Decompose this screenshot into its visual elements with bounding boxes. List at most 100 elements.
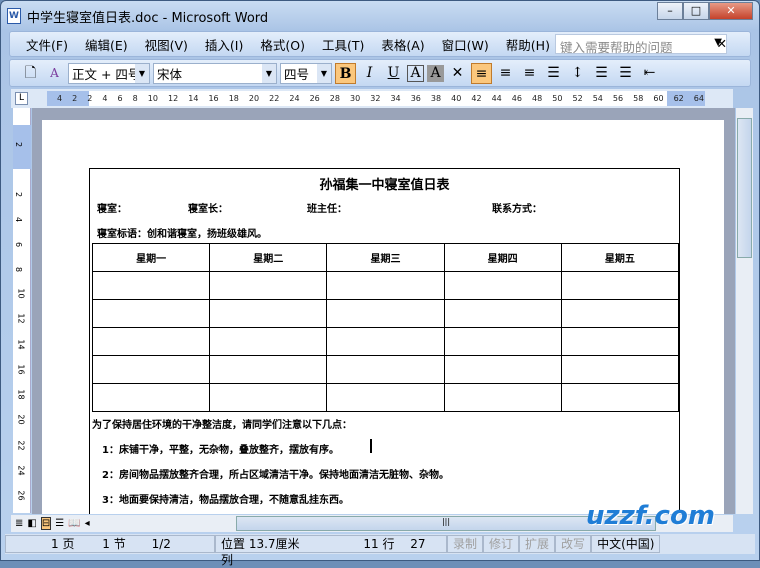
bold-button[interactable]: B [335, 62, 356, 84]
menu-window[interactable]: 窗口(W) [442, 35, 489, 54]
table-header-row: 星期一 星期二 星期三 星期四 星期五 [91, 243, 680, 272]
style-select[interactable]: 正文 + 四号 ▼ [68, 62, 150, 84]
vruler-num: 10 [16, 288, 26, 299]
menu-view[interactable]: 视图(V) [145, 35, 188, 54]
vruler-num: 20 [16, 414, 26, 425]
field-contact: 联系方式： [492, 204, 542, 215]
menu-format[interactable]: 格式(O) [260, 35, 305, 54]
document-area[interactable]: 孙福集一中寝室值日表 寝室： 寝室长： 班主任： 联系方式： 寝室标语：创和谐寝… [32, 108, 735, 514]
line-spacing-icon[interactable]: ↕ [567, 63, 588, 84]
close-document-button[interactable]: ✕ [717, 36, 727, 51]
header-monday: 星期一 [91, 243, 211, 272]
status-track[interactable]: 修订 [483, 535, 520, 553]
table-row[interactable] [91, 327, 680, 356]
vruler-num: 16 [16, 364, 26, 375]
header-tuesday: 星期二 [209, 243, 328, 272]
font-select[interactable]: 宋体 ▼ [153, 62, 277, 84]
table-row[interactable] [91, 271, 680, 300]
web-view-icon[interactable]: ◧ [27, 518, 36, 529]
justify-icon[interactable]: ≡ [471, 62, 492, 84]
menu-tools[interactable]: 工具(T) [322, 35, 364, 54]
menu-bar: 文件(F) 编辑(E) 视图(V) 插入(I) 格式(O) 工具(T) 表格(A… [9, 31, 751, 57]
help-placeholder: 键入需要帮助的问题 [560, 40, 673, 55]
document-title: 孙福集一中寝室值日表 [319, 178, 450, 193]
bullets-icon[interactable]: ☰ [615, 63, 636, 84]
decrease-indent-icon[interactable]: ⇤ [639, 63, 660, 84]
status-record[interactable]: 录制 [447, 535, 484, 553]
intro-text: 为了保持居住环境的干净整洁度，请同学们注意以下几点： [92, 420, 352, 431]
status-language: 中文(中国) [591, 535, 661, 553]
menu-file[interactable]: 文件(F) [26, 35, 68, 54]
rule-1: 1：床铺干净，平整，无杂物，叠放整齐，摆放有序。 [102, 445, 339, 456]
normal-view-icon[interactable]: ≣ [15, 518, 23, 529]
font-value: 宋体 [157, 66, 183, 82]
align-right-icon[interactable]: ≡ [519, 63, 540, 84]
new-document-icon[interactable]: 🗋 [20, 63, 41, 84]
scroll-thumb[interactable] [737, 118, 752, 258]
menu-help[interactable]: 帮助(H) [506, 35, 550, 54]
italic-button[interactable]: I [359, 63, 380, 84]
header-thursday: 星期四 [443, 243, 562, 272]
field-dorm: 寝室： [97, 204, 127, 215]
font-size-select[interactable]: 四号 ▼ [280, 62, 332, 84]
vruler-num: 14 [16, 339, 26, 350]
duty-table: 星期一 星期二 星期三 星期四 星期五 [91, 243, 680, 412]
header-friday: 星期五 [560, 243, 680, 272]
vruler-num: 2 [14, 141, 24, 148]
tab-selector[interactable]: L [15, 92, 28, 105]
header-wednesday: 星期三 [326, 243, 445, 272]
word-window: W 中学生寝室值日表.doc - Microsoft Word – □ ✕ 文件… [0, 0, 760, 567]
outline-view-icon[interactable]: ☰ [55, 518, 64, 529]
window-title: 中学生寝室值日表.doc - Microsoft Word [27, 10, 269, 26]
styles-icon[interactable]: A [44, 63, 65, 84]
status-position-info: 位置 13.7厘米 11 行 27 列 [215, 535, 447, 567]
reading-view-icon[interactable]: 📖 [68, 518, 80, 529]
scroll-left-icon[interactable]: ◂ [85, 518, 90, 529]
vertical-ruler[interactable]: 2 2 4 6 8 10 12 14 16 18 20 22 24 26 [13, 108, 31, 513]
print-view-icon[interactable]: ⊟ [40, 517, 52, 530]
vruler-num: 6 [14, 241, 24, 248]
vruler-num: 12 [16, 313, 26, 324]
status-page-info: 1 页 1 节 1/2 [5, 535, 215, 553]
text-effect-icon[interactable]: ✕ [447, 63, 468, 84]
vertical-scrollbar[interactable] [736, 108, 753, 514]
status-extend[interactable]: 扩展 [519, 535, 556, 553]
vruler-num: 18 [16, 389, 26, 400]
numbering-icon[interactable]: ☰ [591, 63, 612, 84]
align-center-icon[interactable]: ≡ [495, 63, 516, 84]
status-overtype[interactable]: 改写 [555, 535, 592, 553]
table-row[interactable] [91, 383, 680, 412]
char-shading-icon[interactable]: A [427, 64, 444, 82]
table-row[interactable] [91, 299, 680, 328]
status-page: 1 页 [51, 537, 75, 551]
menu-edit[interactable]: 编辑(E) [85, 35, 128, 54]
document-page[interactable]: 孙福集一中寝室值日表 寝室： 寝室长： 班主任： 联系方式： 寝室标语：创和谐寝… [42, 120, 724, 514]
char-border-icon[interactable]: A [407, 64, 424, 82]
help-search-input[interactable]: 键入需要帮助的问题 ▼ [555, 34, 727, 55]
close-button[interactable]: ✕ [709, 2, 753, 20]
vruler-num: 22 [16, 440, 26, 451]
status-bar: 1 页 1 节 1/2 位置 13.7厘米 11 行 27 列 录制 修订 扩展… [5, 534, 755, 567]
content-frame: 孙福集一中寝室值日表 寝室： 寝室长： 班主任： 联系方式： 寝室标语：创和谐寝… [89, 168, 680, 514]
minimize-button[interactable]: – [657, 2, 683, 20]
vruler-num: 2 [14, 191, 24, 198]
rule-2: 2：房间物品摆放整齐合理，所占区域清洁干净。保持地面清洁无脏物、杂物。 [102, 470, 449, 481]
menu-insert[interactable]: 插入(I) [205, 35, 243, 54]
vruler-num: 4 [14, 216, 24, 223]
status-pages: 1/2 [151, 537, 171, 551]
maximize-button[interactable]: □ [683, 2, 709, 20]
status-section: 1 节 [102, 537, 126, 551]
ruler-numbers: 4 2 2 4 6 8 10 12 14 16 18 20 22 24 26 2… [57, 94, 705, 103]
horizontal-ruler[interactable]: L 4 2 2 4 6 8 10 12 14 16 18 20 22 24 26… [11, 89, 733, 108]
rule-3: 3：地面要保持清洁，物品摆放合理，不随意乱挂东西。 [102, 495, 349, 506]
field-dorm-leader: 寝室长： [188, 204, 228, 215]
vruler-num: 26 [16, 490, 26, 501]
table-row[interactable] [91, 355, 680, 384]
vruler-num: 24 [16, 465, 26, 476]
distribute-icon[interactable]: ☰ [543, 63, 564, 84]
formatting-toolbar: 🗋 A 正文 + 四号 ▼ 宋体 ▼ 四号 ▼ B I U A A ✕ ≡ ≡ ≡ ☰… [9, 59, 751, 87]
menu-table[interactable]: 表格(A) [381, 35, 424, 54]
font-size-value: 四号 [284, 66, 310, 82]
text-cursor [370, 439, 372, 453]
underline-button[interactable]: U [383, 63, 404, 84]
